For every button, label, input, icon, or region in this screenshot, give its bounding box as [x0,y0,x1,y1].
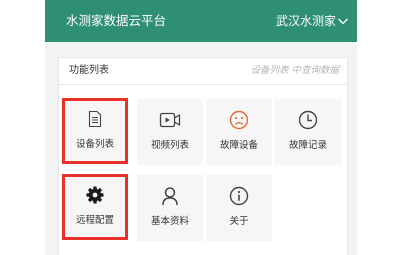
tile-label: 远程配置 [75,215,114,226]
tile-remote-config[interactable]: 远程配置 [62,174,128,240]
app-title: 水测家数据云平台 [66,13,167,28]
tile-label: 视频列表 [150,140,189,151]
tile-label: 关于 [229,216,249,227]
document-list-icon [88,110,102,128]
info-icon [229,186,249,206]
tile-label: 故障设备 [219,140,258,151]
tile-label: 基本资料 [150,216,189,227]
tile-fault-records[interactable]: 故障记录 [275,99,341,165]
tile-video-list[interactable]: 视频列表 [137,99,203,165]
user-icon [162,187,178,206]
function-panel: 功能列表 设备列表 中查询数据 设备列表 视频列表 故障设备 故障记录 远程配置… [58,57,348,255]
panel-title: 功能列表 [69,65,109,76]
app-screen: 水测家数据云平台 武汉水测家 功能列表 设备列表 中查询数据 设备列表 视频列表… [0,0,408,255]
panel-divider [59,84,347,85]
tile-label: 故障记录 [288,140,327,151]
tile-about[interactable]: 关于 [206,175,272,241]
region-selector[interactable]: 武汉水测家 [276,13,349,29]
panel-hint: 设备列表 中查询数据 [250,65,339,76]
video-camera-icon [159,112,181,128]
chevron-down-icon [338,18,348,25]
tile-fault-devices[interactable]: 故障设备 [206,99,272,165]
sad-face-icon [229,110,249,130]
region-label: 武汉水测家 [275,14,336,28]
clock-icon [298,110,318,130]
tile-device-list[interactable]: 设备列表 [62,98,128,164]
tile-label: 设备列表 [75,139,114,150]
content-area: 功能列表 设备列表 中查询数据 设备列表 视频列表 故障设备 故障记录 远程配置… [45,42,357,255]
tile-basic-info[interactable]: 基本资料 [137,175,203,241]
top-bar: 水测家数据云平台 武汉水测家 [45,0,357,42]
gear-icon [86,186,104,204]
